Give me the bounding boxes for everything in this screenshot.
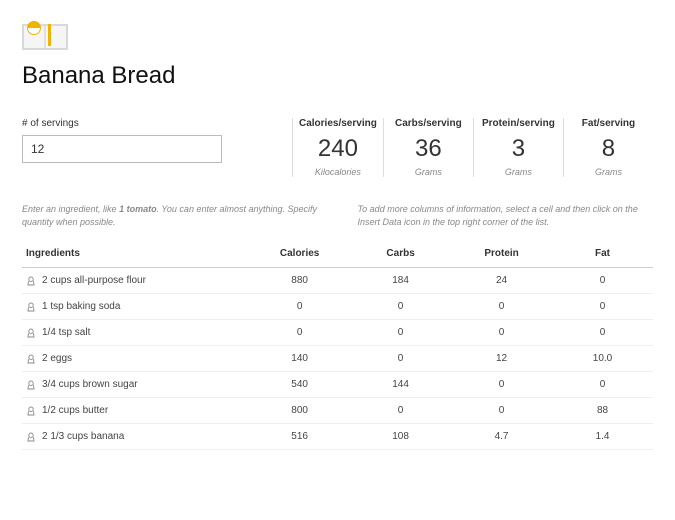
table-row[interactable]: 3/4 cups brown sugar 540 144 0 0 [22,372,653,398]
col-carbs: Carbs [350,240,451,268]
servings-block: # of servings [22,118,272,163]
summary-value: 240 [299,135,377,163]
summary-calories: Calories/serving 240 Kilocalories [292,118,383,177]
cell-protein: 0 [451,320,552,346]
hint-left: Enter an ingredient, like 1 tomato. You … [22,203,318,228]
ingredient-name: 1/2 cups butter [42,405,108,416]
cell-protein: 0 [451,294,552,320]
summary-value: 36 [390,135,467,163]
table-header-row: Ingredients Calories Carbs Protein Fat [22,240,653,268]
cell-fat: 0 [552,372,653,398]
col-protein: Protein [451,240,552,268]
table-row[interactable]: 1/4 tsp salt 0 0 0 0 [22,320,653,346]
recipe-book-icon [22,18,68,52]
cell-protein: 4.7 [451,424,552,450]
summary-carbs: Carbs/serving 36 Grams [383,118,473,177]
summary-title: Protein/serving [480,118,557,129]
summary-unit: Grams [570,167,647,177]
food-item-icon [26,380,36,390]
cell-calories: 540 [249,372,350,398]
summary-title: Fat/serving [570,118,647,129]
cell-calories: 880 [249,268,350,294]
food-item-icon [26,354,36,364]
table-row[interactable]: 2 1/3 cups banana 516 108 4.7 1.4 [22,424,653,450]
ingredient-name: 2 1/3 cups banana [42,431,124,442]
ingredient-name: 1 tsp baking soda [42,301,120,312]
cell-fat: 0 [552,320,653,346]
cell-carbs: 0 [350,320,451,346]
cell-fat: 1.4 [552,424,653,450]
food-item-icon [26,406,36,416]
summary-value: 8 [570,135,647,163]
cell-carbs: 184 [350,268,451,294]
ingredient-name: 2 cups all-purpose flour [42,275,146,286]
cell-calories: 800 [249,398,350,424]
cell-carbs: 108 [350,424,451,450]
table-row[interactable]: 2 eggs 140 0 12 10.0 [22,346,653,372]
cell-protein: 0 [451,398,552,424]
cell-fat: 0 [552,268,653,294]
ingredient-name: 3/4 cups brown sugar [42,379,138,390]
cell-carbs: 144 [350,372,451,398]
col-ingredients: Ingredients [22,240,249,268]
summary-unit: Grams [390,167,467,177]
summary-title: Calories/serving [299,118,377,129]
table-row[interactable]: 2 cups all-purpose flour 880 184 24 0 [22,268,653,294]
cell-carbs: 0 [350,294,451,320]
nutrient-summary: Calories/serving 240 Kilocalories Carbs/… [292,118,653,177]
summary-unit: Kilocalories [299,167,377,177]
col-fat: Fat [552,240,653,268]
cell-fat: 10.0 [552,346,653,372]
summary-fat: Fat/serving 8 Grams [563,118,653,177]
stats-row: # of servings Calories/serving 240 Kiloc… [22,118,653,177]
cell-calories: 516 [249,424,350,450]
cell-calories: 0 [249,294,350,320]
servings-input[interactable] [22,135,222,163]
cell-calories: 0 [249,320,350,346]
food-item-icon [26,328,36,338]
table-row[interactable]: 1 tsp baking soda 0 0 0 0 [22,294,653,320]
table-row[interactable]: 1/2 cups butter 800 0 0 88 [22,398,653,424]
cell-calories: 140 [249,346,350,372]
col-calories: Calories [249,240,350,268]
cell-protein: 12 [451,346,552,372]
summary-title: Carbs/serving [390,118,467,129]
hints-row: Enter an ingredient, like 1 tomato. You … [22,203,653,228]
hint-right: To add more columns of information, sele… [358,203,654,228]
summary-protein: Protein/serving 3 Grams [473,118,563,177]
food-item-icon [26,432,36,442]
ingredient-name: 2 eggs [42,353,72,364]
cell-protein: 0 [451,372,552,398]
servings-label: # of servings [22,118,272,129]
cell-protein: 24 [451,268,552,294]
cell-carbs: 0 [350,398,451,424]
cell-carbs: 0 [350,346,451,372]
summary-unit: Grams [480,167,557,177]
cell-fat: 0 [552,294,653,320]
hint-text: Enter an ingredient, like [22,204,119,214]
food-item-icon [26,276,36,286]
ingredient-name: 1/4 tsp salt [42,327,90,338]
hint-bold: 1 tomato [119,204,157,214]
cell-fat: 88 [552,398,653,424]
food-item-icon [26,302,36,312]
ingredients-table: Ingredients Calories Carbs Protein Fat 2… [22,240,653,450]
summary-value: 3 [480,135,557,163]
recipe-title: Banana Bread [22,62,653,90]
